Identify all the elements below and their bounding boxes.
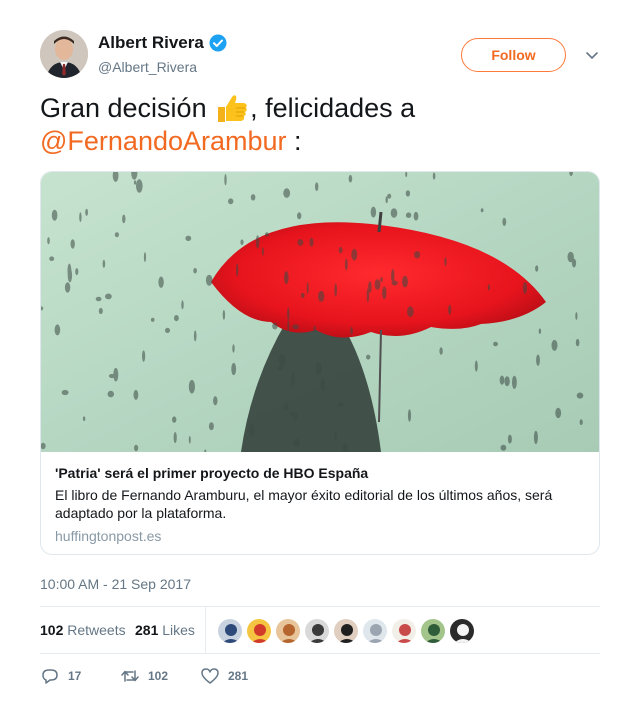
tweet-stats: 102 Retweets 281 Likes [40, 606, 600, 654]
stats-divider [205, 607, 206, 654]
tweet-text-part: : [286, 126, 302, 156]
liker-avatar[interactable] [362, 618, 388, 644]
likes-stat[interactable]: 281 Likes [135, 622, 195, 638]
retweets-count: 102 [40, 622, 64, 638]
like-button[interactable]: 281 [200, 666, 248, 686]
liker-avatar[interactable] [333, 618, 359, 644]
tweet-text-part: Gran decisión [40, 93, 215, 123]
author-name-row[interactable]: Albert Rivera [98, 33, 227, 53]
card-title[interactable]: 'Patria' será el primer proyecto de HBO … [55, 465, 368, 481]
link-card[interactable]: 'Patria' será el primer proyecto de HBO … [40, 171, 600, 555]
liker-avatar[interactable] [217, 618, 243, 644]
card-description: El libro de Fernando Aramburu, el mayor … [55, 487, 553, 521]
liker-avatar[interactable] [275, 618, 301, 644]
heart-icon [201, 668, 219, 684]
card-image[interactable] [41, 172, 599, 456]
liker-avatar[interactable] [246, 618, 272, 644]
follow-button[interactable]: Follow [461, 38, 566, 72]
liker-avatar[interactable] [304, 618, 330, 644]
author-display-name[interactable]: Albert Rivera [98, 33, 204, 53]
likes-label: Likes [162, 622, 195, 638]
mention-link[interactable]: @FernandoArambur [40, 126, 287, 156]
reply-count: 17 [68, 669, 82, 683]
verified-badge-icon [209, 34, 227, 52]
retweets-label: Retweets [67, 622, 126, 638]
retweet-button[interactable]: 102 [120, 666, 168, 686]
chevron-down-icon[interactable] [584, 47, 600, 63]
likes-count: 281 [135, 622, 159, 638]
liker-avatar[interactable] [420, 618, 446, 644]
tweet: Albert Rivera @Albert_Rivera Follow Gran… [0, 0, 640, 715]
author-avatar[interactable] [40, 30, 88, 78]
retweet-icon [121, 670, 139, 682]
card-domain: huffingtonpost.es [55, 528, 162, 544]
retweets-stat[interactable]: 102 Retweets [40, 622, 126, 638]
like-count: 281 [228, 669, 249, 683]
thumbs-up-icon [214, 93, 250, 123]
tweet-text-part: , felicidades a [250, 93, 416, 123]
retweet-count: 102 [148, 669, 169, 683]
tweet-text: Gran decisión , felicidades a @FernandoA… [40, 92, 600, 158]
liker-avatar[interactable] [449, 618, 475, 644]
author-handle[interactable]: @Albert_Rivera [98, 59, 197, 75]
liker-avatar[interactable] [391, 618, 417, 644]
tweet-timestamp[interactable]: 10:00 AM - 21 Sep 2017 [40, 576, 191, 592]
reply-icon [42, 669, 58, 684]
reply-button[interactable]: 17 [40, 666, 81, 686]
